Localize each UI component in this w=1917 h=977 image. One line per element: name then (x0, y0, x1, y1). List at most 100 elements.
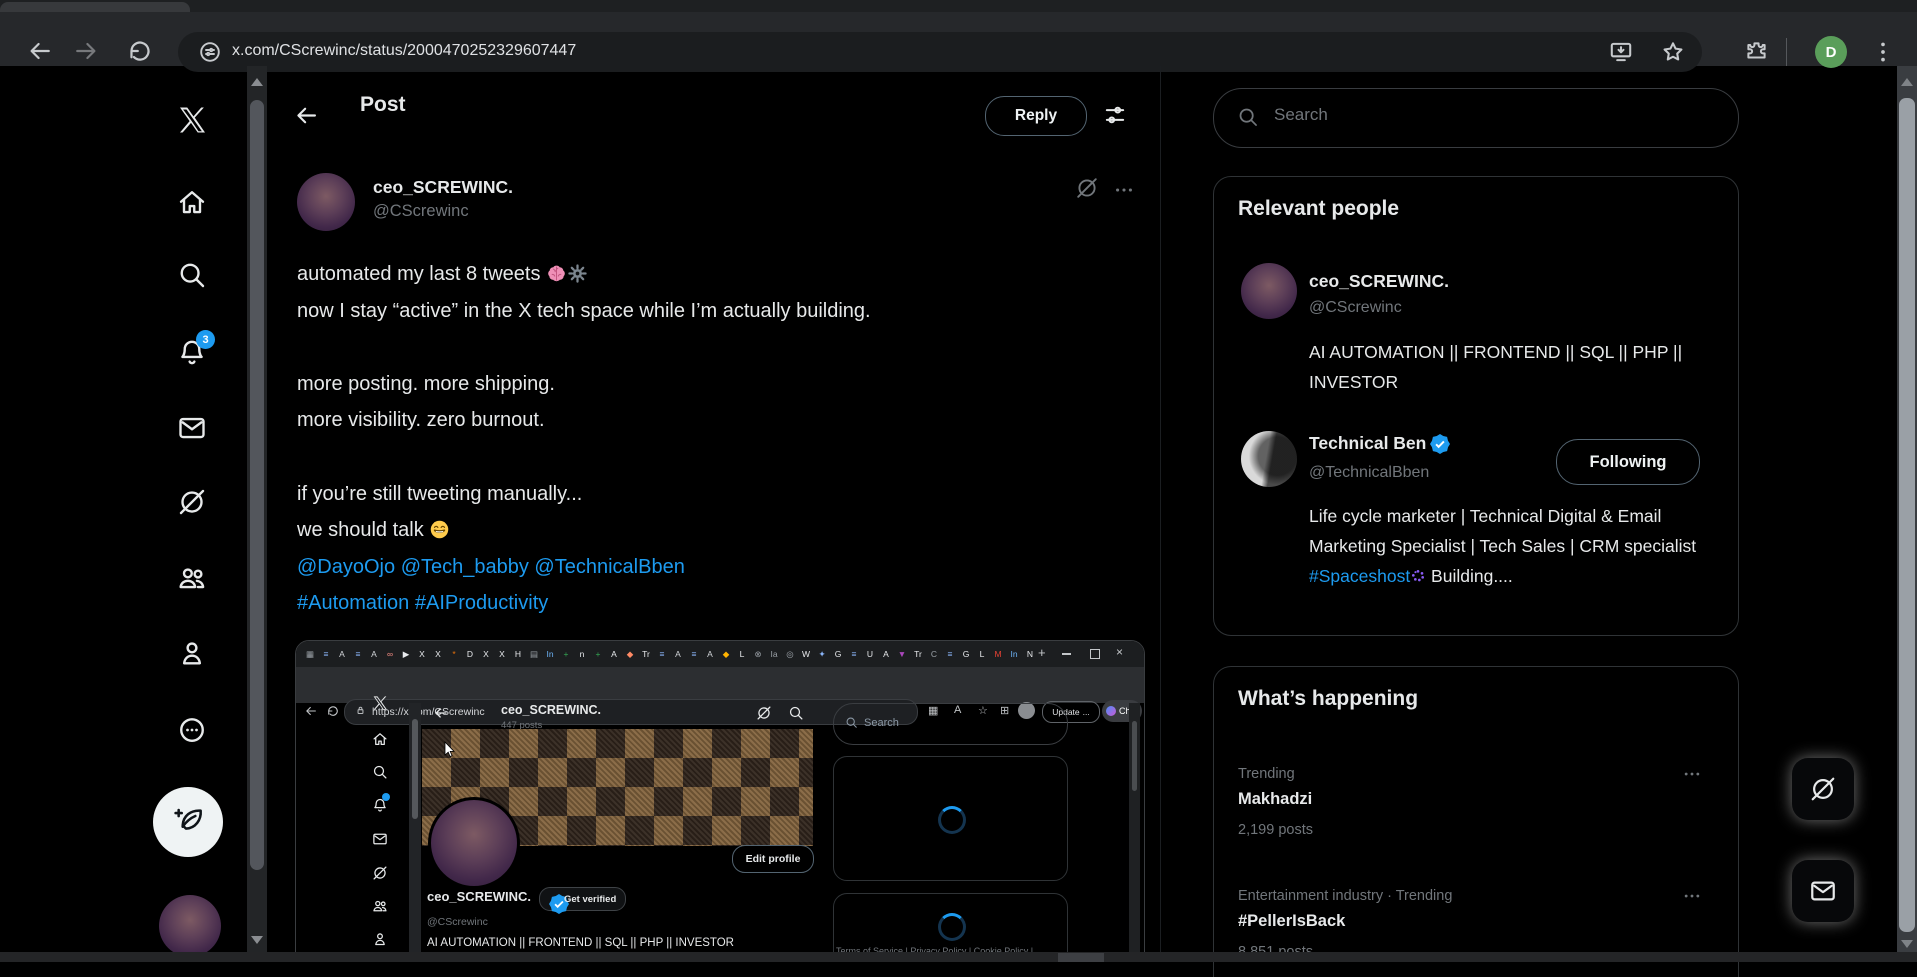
browser-url[interactable]: x.com/CScrewinc/status/20004702523296074… (232, 42, 576, 60)
scroll-up-arrow-icon[interactable] (251, 78, 263, 86)
grok-actions-icon[interactable] (1075, 176, 1099, 200)
person-name[interactable]: Technical Ben (1309, 433, 1450, 454)
tweet-link[interactable]: #AIProductivity (415, 592, 548, 614)
trend-title[interactable]: #PellerIsBack (1238, 912, 1345, 931)
person-avatar[interactable] (1241, 431, 1297, 487)
inner-restore-icon (1090, 649, 1100, 659)
lock-icon (354, 704, 367, 717)
inner-scrollbar-thumb[interactable] (250, 100, 264, 870)
browser-back-icon[interactable] (26, 37, 54, 65)
browser-tab-favicon: X (478, 647, 494, 661)
person-handle[interactable]: @TechnicalBben (1309, 464, 1429, 482)
toolbar-divider (1786, 38, 1787, 66)
inner-back-icon (304, 704, 318, 718)
browser-tab-favicon: n (574, 647, 590, 661)
browser-menu-kebab-icon[interactable] (1870, 39, 1896, 65)
trend-kicker[interactable]: Entertainment industry · Trending (1238, 888, 1452, 904)
browser-active-tab[interactable] (0, 2, 190, 12)
browser-tab-favicon: U (862, 647, 878, 661)
inner-profile-bio: AI AUTOMATION || FRONTEND || SQL || PHP … (427, 937, 734, 949)
tweet-text-line: more visibility. zero burnout. (297, 402, 1153, 439)
inner-browser-toolbar: https://x.com/CScrewinc ▦ A ☆ ⊞ Update..… (296, 667, 1144, 703)
bookmark-star-icon[interactable] (1660, 39, 1686, 65)
browser-tab-favicon: Ia (766, 647, 782, 661)
whats-happening-title: What’s happening (1238, 687, 1418, 711)
tweet-link[interactable]: @DayoOjo (297, 556, 395, 578)
tweet-link[interactable]: #Spaceshost (1309, 566, 1410, 586)
browser-tab-favicon: ≡ (318, 647, 334, 661)
inner-edit-profile-button: Edit profile (732, 845, 814, 873)
trend-title[interactable]: Makhadzi (1238, 790, 1312, 809)
tweet-author-handle[interactable]: @CScrewinc (373, 202, 469, 221)
tweet-text-line: more posting. more shipping. (297, 366, 1153, 403)
notifications-badge: 3 (196, 330, 215, 349)
loading-spinner-icon (938, 806, 966, 834)
browser-forward-icon[interactable] (72, 37, 100, 65)
tweet-more-icon[interactable] (1113, 179, 1135, 201)
compose-post-button[interactable] (153, 787, 223, 857)
reply-button[interactable]: Reply (985, 96, 1087, 136)
browser-tab-favicon: X (430, 647, 446, 661)
tweet-text-line (297, 329, 1153, 366)
inner-browser-tabs: ▦≡A≡A∞▶XX*DXXH▤In+n+A◆Tr≡A≡A◆L⊗Ia◎W✦G≡UA… (302, 647, 1038, 661)
back-arrow-icon[interactable] (293, 102, 320, 129)
tweet-text-line: we should talk (297, 512, 1153, 549)
sidebar-item-communities[interactable] (177, 563, 207, 593)
sidebar-item-home[interactable] (177, 187, 207, 217)
tweet-author-name[interactable]: ceo_SCREWINC. (373, 177, 513, 198)
browser-tab-favicon: L (974, 647, 990, 661)
tweet-media-image[interactable]: ▦≡A≡A∞▶XX*DXXH▤In+n+A◆Tr≡A≡A◆L⊗Ia◎W✦G≡UA… (295, 640, 1145, 954)
grok-floating-button[interactable] (1792, 758, 1854, 820)
tweet-author-avatar[interactable] (297, 173, 355, 231)
person-handle[interactable]: @CScrewinc (1309, 299, 1402, 317)
install-app-icon[interactable] (1608, 39, 1634, 65)
sidebar-item-more[interactable] (177, 715, 207, 745)
scroll-down-arrow-icon[interactable] (251, 936, 263, 944)
browser-tab-favicon: ≡ (686, 647, 702, 661)
scroll-up-arrow-icon[interactable] (1901, 78, 1913, 86)
browser-profile-avatar[interactable]: D (1815, 36, 1847, 68)
inner-minimize-icon (1062, 653, 1071, 655)
browser-tab-favicon: X (414, 647, 430, 661)
trend-kicker[interactable]: Trending (1238, 766, 1295, 782)
inner-search-magnifier-icon (845, 716, 858, 729)
inner-profile-name: ceo_SCREWINC. (501, 703, 601, 717)
sidebar-item-profile[interactable] (177, 638, 207, 668)
loading-spinner-icon (938, 913, 966, 941)
inner-communities-icon (372, 898, 388, 914)
inner-notifications-badge (382, 793, 390, 801)
inner-x-logo (372, 695, 388, 711)
tweet-text: automated my last 8 tweets now I stay “a… (297, 256, 1153, 622)
search-input[interactable] (1272, 104, 1696, 126)
person-name[interactable]: ceo_SCREWINC. (1309, 271, 1449, 292)
x-logo[interactable] (177, 105, 207, 135)
account-avatar[interactable] (159, 895, 221, 957)
person-avatar[interactable] (1241, 263, 1297, 319)
column-divider (1160, 66, 1161, 952)
relevant-people-card: Relevant people ceo_SCREWINC. @CScrewinc… (1213, 176, 1739, 636)
browser-tab-favicon: G (830, 647, 846, 661)
tweet-link[interactable]: @Tech_babby (401, 556, 529, 578)
sidebar-item-messages[interactable] (177, 413, 207, 443)
tweet-text-line: automated my last 8 tweets (297, 256, 1153, 293)
page-scrollbar-thumb[interactable] (1899, 98, 1915, 932)
search-icon (1237, 106, 1259, 128)
browser-reload-icon[interactable] (126, 37, 154, 65)
tweet-link[interactable]: #Automation (297, 592, 409, 614)
inner-new-tab-icon: + (1038, 645, 1046, 660)
following-button[interactable]: Following (1556, 439, 1700, 485)
trend-more-icon[interactable] (1682, 886, 1702, 906)
scroll-down-arrow-icon[interactable] (1901, 940, 1913, 948)
trend-more-icon[interactable] (1682, 764, 1702, 784)
tweet-link[interactable]: @TechnicalBben (534, 556, 684, 578)
sidebar-item-explore[interactable] (177, 260, 207, 290)
messages-floating-button[interactable] (1792, 860, 1854, 922)
extensions-puzzle-icon[interactable] (1744, 39, 1769, 64)
browser-tab-favicon: X (494, 647, 510, 661)
inner-profile-photo (428, 797, 520, 889)
conversation-settings-icon[interactable] (1102, 102, 1128, 128)
site-info-icon[interactable] (198, 40, 222, 64)
person-bio: AI AUTOMATION || FRONTEND || SQL || PHP … (1309, 337, 1714, 397)
sidebar-item-grok[interactable] (177, 487, 207, 517)
browser-tab-favicon: ◎ (782, 647, 798, 661)
